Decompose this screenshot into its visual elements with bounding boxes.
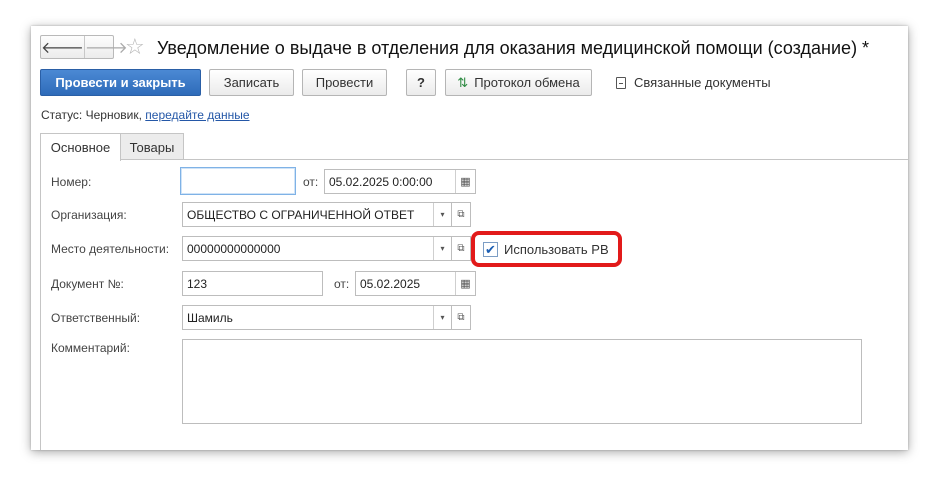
status-value: Черновик,	[85, 108, 142, 122]
document-icon	[616, 76, 626, 89]
tab-goods[interactable]: Товары	[120, 133, 184, 160]
favorite-star-icon[interactable]: ☆	[125, 34, 145, 60]
post-button[interactable]: Провести	[302, 69, 387, 96]
exchange-icon: ⇅	[457, 74, 469, 90]
document-date-value: 05.02.2025	[360, 276, 421, 291]
organization-value: ОБЩЕСТВО С ОГРАНИЧЕННОЙ ОТВЕТ	[187, 207, 415, 222]
post-and-close-button[interactable]: Провести и закрыть	[40, 69, 201, 96]
use-rv-label[interactable]: Использовать РВ	[504, 242, 609, 257]
forward-button[interactable]: 🡒	[83, 36, 128, 58]
responsible-value: Шамиль	[187, 310, 233, 325]
number-date-from-label: от:	[303, 175, 319, 189]
number-label: Номер:	[51, 175, 92, 189]
status-line: Статус: Черновик, передайте данные	[41, 108, 250, 122]
document-number-value: 123	[187, 276, 208, 291]
place-label: Место деятельности:	[51, 242, 170, 256]
content-border	[40, 159, 41, 450]
tab-main[interactable]: Основное	[40, 133, 121, 161]
document-date-field[interactable]: 05.02.2025 ▦	[355, 271, 476, 296]
organization-field[interactable]: ОБЩЕСТВО С ОГРАНИЧЕННОЙ ОТВЕТ ▾	[182, 202, 452, 227]
navigation-buttons: 🡐 🡒	[40, 35, 128, 59]
exchange-protocol-button[interactable]: ⇅ Протокол обмена	[445, 69, 592, 96]
related-documents-label: Связанные документы	[634, 75, 771, 90]
responsible-field[interactable]: Шамиль ▾	[182, 305, 452, 330]
save-button[interactable]: Записать	[209, 69, 294, 96]
send-data-link[interactable]: передайте данные	[145, 108, 249, 122]
open-place-icon[interactable]: ⧉	[452, 236, 471, 261]
use-rv-highlight: ✔ Использовать РВ	[471, 231, 622, 267]
place-field[interactable]: 00000000000000 ▾	[182, 236, 452, 261]
responsible-label: Ответственный:	[51, 311, 141, 325]
number-date-value: 05.02.2025 0:00:00	[329, 174, 433, 189]
arrow-right-icon: 🡒	[84, 39, 128, 57]
status-label: Статус:	[41, 108, 83, 122]
calendar-icon[interactable]: ▦	[455, 272, 475, 295]
window-title: Уведомление о выдаче в отделения для ока…	[157, 38, 870, 58]
chevron-down-icon[interactable]: ▾	[433, 203, 451, 226]
comment-label: Комментарий:	[51, 341, 130, 355]
use-rv-checkbox[interactable]: ✔	[483, 241, 498, 257]
back-button[interactable]: 🡐	[41, 36, 84, 58]
document-number-label: Документ №:	[51, 277, 124, 291]
arrow-left-icon: 🡐	[41, 39, 84, 57]
help-button[interactable]: ?	[406, 69, 436, 96]
chevron-down-icon[interactable]: ▾	[433, 306, 451, 329]
exchange-protocol-label: Протокол обмена	[474, 75, 580, 90]
place-value: 00000000000000	[187, 241, 281, 256]
related-documents-button[interactable]: Связанные документы	[616, 69, 771, 96]
organization-label: Организация:	[51, 208, 127, 222]
document-number-input[interactable]: 123	[182, 271, 323, 296]
document-date-from-label: от:	[334, 277, 350, 291]
number-date-field[interactable]: 05.02.2025 0:00:00 ▦	[324, 169, 476, 194]
comment-textarea[interactable]	[182, 339, 862, 424]
tabs-divider	[40, 159, 908, 160]
open-responsible-icon[interactable]: ⧉	[452, 305, 471, 330]
chevron-down-icon[interactable]: ▾	[433, 237, 451, 260]
calendar-icon[interactable]: ▦	[455, 170, 475, 193]
document-window: 🡐 🡒 ☆ Уведомление о выдаче в отделения д…	[31, 26, 908, 450]
open-organization-icon[interactable]: ⧉	[452, 202, 471, 227]
number-input[interactable]	[180, 167, 296, 195]
